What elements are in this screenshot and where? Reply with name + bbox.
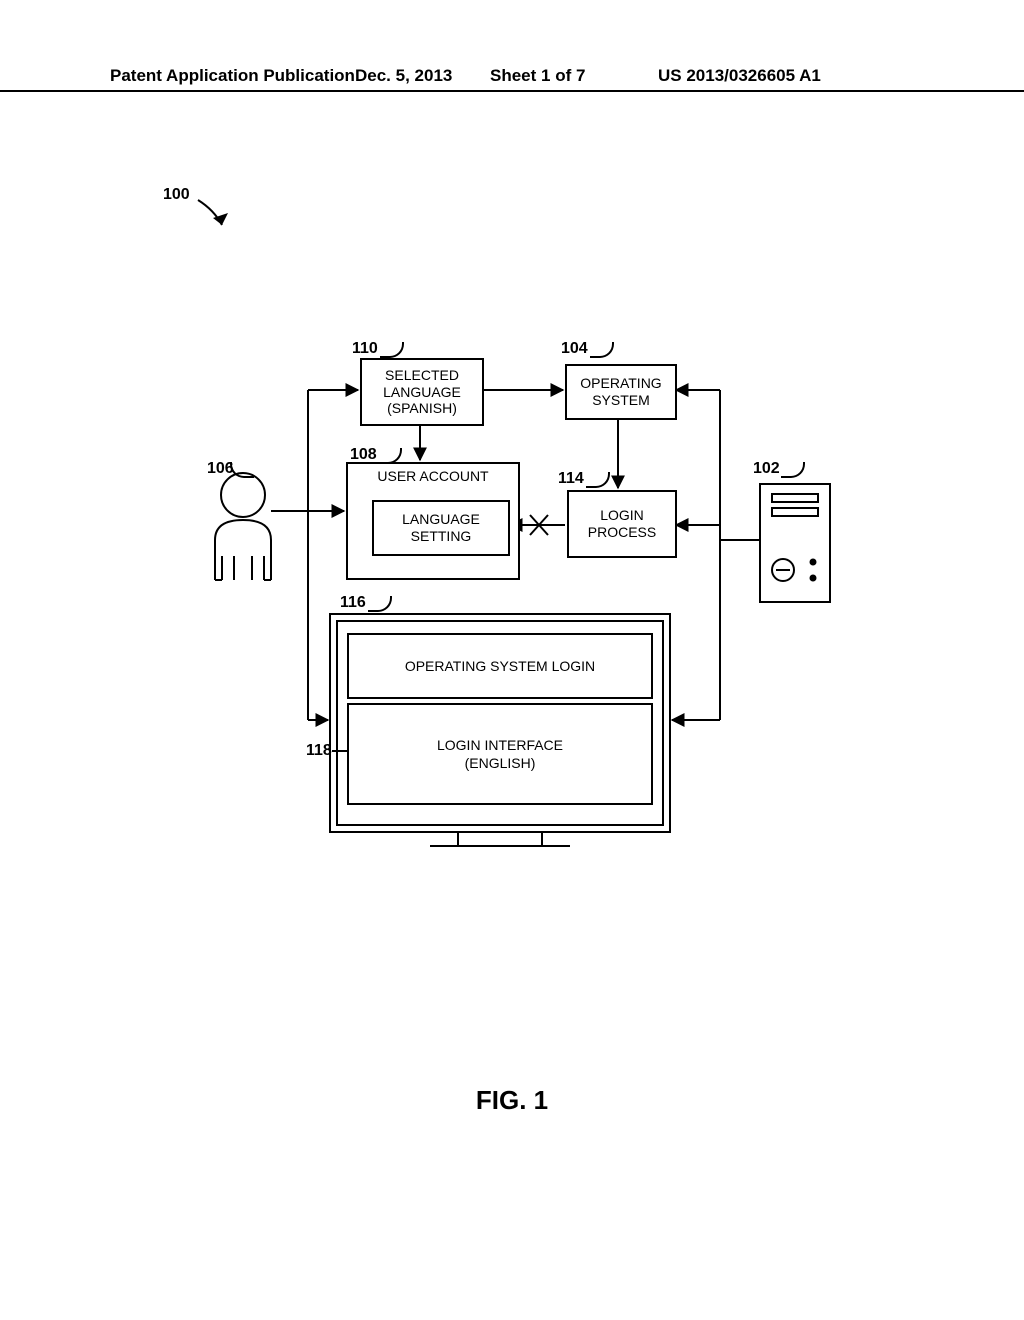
box-os-login: OPERATING SYSTEM LOGIN [348,634,652,698]
ref-104: 104 [561,340,588,358]
text: USER ACCOUNT [377,468,488,485]
text: SYSTEM [592,392,650,409]
text: SELECTED [385,367,459,384]
box-login-process: LOGIN PROCESS [567,490,677,558]
ref-114: 114 [558,470,584,488]
box-selected-language: SELECTED LANGUAGE (SPANISH) [360,358,484,426]
ref-116: 116 [340,594,366,612]
text: SETTING [411,528,472,545]
text: LANGUAGE [383,384,461,401]
text: LOGIN [600,507,644,524]
figure-caption: FIG. 1 [0,1085,1024,1116]
text: PROCESS [588,524,656,541]
text: LOGIN INTERFACE [437,736,563,754]
ref-100-arrow [198,200,228,225]
ref-100: 100 [163,186,190,204]
text: OPERATING [580,375,661,392]
ref-110: 110 [352,340,378,358]
computer-to-boxes [672,390,760,720]
ref-118-leader [332,750,348,752]
box-login-interface: LOGIN INTERFACE (ENGLISH) [348,704,652,804]
box-language-setting: LANGUAGE SETTING [372,500,510,556]
text: LANGUAGE [402,511,480,528]
text: OPERATING SYSTEM LOGIN [405,658,595,674]
user-to-boxes [271,390,358,720]
text: (SPANISH) [387,400,457,417]
ref-118: 118 [306,742,332,760]
user-icon [215,473,271,580]
computer-icon [760,484,830,602]
ref-102: 102 [753,460,780,478]
box-operating-system: OPERATING SYSTEM [565,364,677,420]
text: (ENGLISH) [465,754,536,772]
